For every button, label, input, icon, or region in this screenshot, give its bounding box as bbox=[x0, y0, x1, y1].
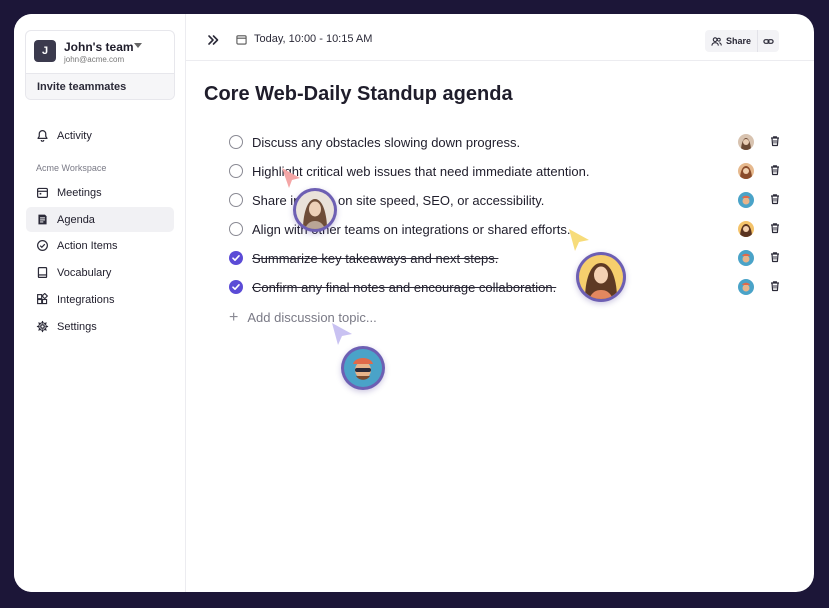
agenda-checkbox[interactable] bbox=[229, 164, 243, 178]
top-bar: Today, 10:00 - 10:15 AM Share bbox=[186, 14, 814, 61]
calendar-icon bbox=[236, 34, 247, 45]
workspace-label: Acme Workspace bbox=[36, 163, 107, 173]
calendar-icon bbox=[37, 187, 48, 198]
trash-icon[interactable] bbox=[769, 222, 781, 234]
team-avatar: J bbox=[34, 40, 56, 62]
agenda-item: Summarize key takeaways and next steps. bbox=[229, 248, 789, 268]
sidebar-item-label: Action Items bbox=[57, 239, 118, 252]
collaborator-cursor-avatar bbox=[576, 252, 626, 302]
collaborator-cursor-avatar bbox=[341, 346, 385, 390]
sidebar-item-label: Vocabulary bbox=[57, 266, 112, 279]
share-button[interactable]: Share bbox=[705, 30, 757, 52]
meeting-time-label: Today, 10:00 - 10:15 AM bbox=[254, 33, 373, 45]
blocks-icon bbox=[37, 293, 49, 305]
sidebar-item-vocabulary[interactable]: Vocabulary bbox=[26, 260, 174, 285]
plus-icon: + bbox=[229, 309, 239, 326]
sidebar-item-label: Meetings bbox=[57, 186, 102, 199]
checkmark-icon bbox=[232, 255, 240, 261]
trash-icon[interactable] bbox=[769, 280, 781, 292]
sidebar-item-agenda[interactable]: Agenda bbox=[26, 207, 174, 232]
meeting-time: Today, 10:00 - 10:15 AM bbox=[236, 33, 372, 45]
chevron-down-icon[interactable] bbox=[134, 43, 142, 48]
sidebar-item-label: Activity bbox=[57, 129, 92, 142]
avatar bbox=[738, 279, 754, 295]
checkmark-icon bbox=[232, 284, 240, 290]
cursor-pointer-icon bbox=[569, 229, 589, 251]
trash-icon[interactable] bbox=[769, 135, 781, 147]
bell-icon bbox=[37, 130, 48, 142]
cursor-pointer-icon bbox=[332, 323, 352, 345]
sidebar-item-label: Settings bbox=[57, 320, 97, 333]
expand-sidebar-icon[interactable] bbox=[206, 33, 220, 47]
agenda-item-text[interactable]: Discuss any obstacles slowing down progr… bbox=[252, 135, 520, 150]
agenda-item: Discuss any obstacles slowing down progr… bbox=[229, 132, 789, 152]
book-icon bbox=[37, 267, 48, 278]
avatar bbox=[738, 250, 754, 266]
avatar bbox=[738, 163, 754, 179]
sidebar-item-label: Integrations bbox=[57, 293, 115, 306]
agenda-checkbox[interactable] bbox=[229, 135, 243, 149]
agenda-checkbox[interactable] bbox=[229, 193, 243, 207]
avatar bbox=[738, 192, 754, 208]
avatar bbox=[738, 134, 754, 150]
trash-icon[interactable] bbox=[769, 164, 781, 176]
sidebar: J John's team john@acme.com Invite teamm… bbox=[14, 14, 186, 592]
check-circle-icon bbox=[37, 240, 48, 251]
copy-link-button[interactable] bbox=[757, 30, 779, 52]
gear-icon bbox=[36, 320, 49, 333]
sidebar-item-settings[interactable]: Settings bbox=[26, 314, 174, 339]
app-window: J John's team john@acme.com Invite teamm… bbox=[14, 14, 814, 592]
sidebar-item-action-items[interactable]: Action Items bbox=[26, 233, 174, 258]
team-header[interactable]: J John's team john@acme.com bbox=[26, 31, 174, 73]
agenda-checkbox-checked[interactable] bbox=[229, 251, 243, 265]
sidebar-item-label: Agenda bbox=[57, 213, 95, 226]
collaborator-cursor-avatar bbox=[293, 188, 337, 232]
trash-icon[interactable] bbox=[769, 193, 781, 205]
agenda-checkbox[interactable] bbox=[229, 222, 243, 236]
sidebar-item-integrations[interactable]: Integrations bbox=[26, 287, 174, 312]
users-icon bbox=[711, 36, 722, 46]
page-title: Core Web-Daily Standup agenda bbox=[204, 83, 513, 105]
team-switcher: J John's team john@acme.com Invite teamm… bbox=[25, 30, 175, 100]
agenda-item: Confirm any final notes and encourage co… bbox=[229, 277, 789, 297]
link-icon bbox=[763, 38, 774, 44]
sidebar-item-activity[interactable]: Activity bbox=[26, 123, 174, 148]
share-controls: Share bbox=[705, 30, 780, 52]
agenda-item: Highlight critical web issues that need … bbox=[229, 161, 789, 181]
share-label: Share bbox=[726, 36, 752, 46]
invite-teammates-button[interactable]: Invite teammates bbox=[26, 73, 174, 99]
agenda-checkbox-checked[interactable] bbox=[229, 280, 243, 294]
team-email: john@acme.com bbox=[64, 55, 125, 64]
cursor-pointer-icon bbox=[282, 168, 300, 188]
avatar bbox=[738, 221, 754, 237]
team-name: John's team bbox=[64, 40, 134, 54]
add-topic-label: Add discussion topic... bbox=[247, 310, 377, 325]
trash-icon[interactable] bbox=[769, 251, 781, 263]
agenda-item-text[interactable]: Summarize key takeaways and next steps. bbox=[252, 251, 498, 266]
agenda-item-text[interactable]: Confirm any final notes and encourage co… bbox=[252, 280, 556, 295]
agenda-icon bbox=[38, 214, 47, 225]
agenda-item-text[interactable]: Highlight critical web issues that need … bbox=[252, 164, 589, 179]
sidebar-item-meetings[interactable]: Meetings bbox=[26, 180, 174, 205]
